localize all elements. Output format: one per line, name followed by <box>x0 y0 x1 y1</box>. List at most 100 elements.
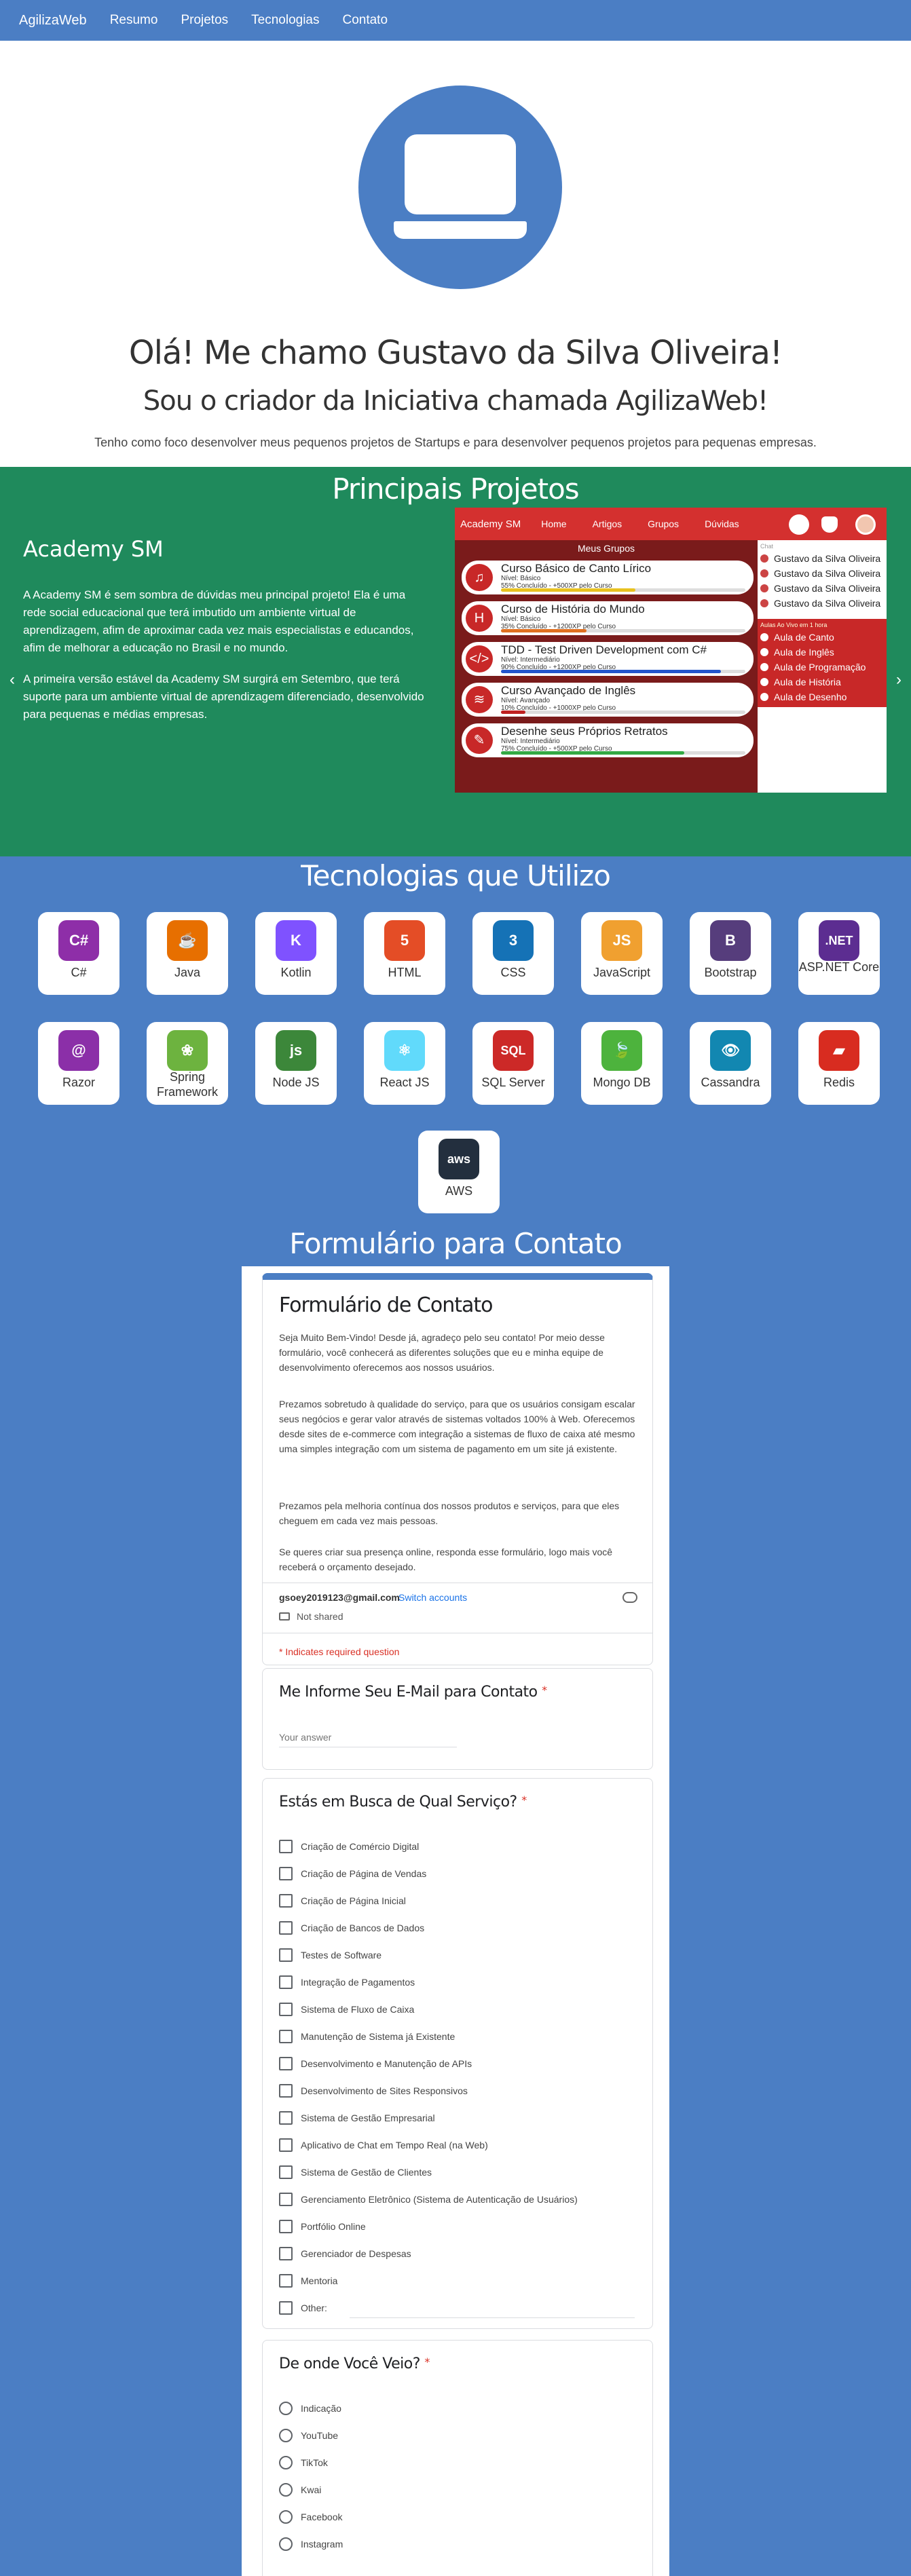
checkbox[interactable] <box>279 2220 293 2233</box>
mock-user: Gustavo da Silva Oliveira <box>760 596 887 611</box>
service-checkbox-option[interactable]: Sistema de Gestão de Clientes <box>279 2165 432 2179</box>
source-radio-option[interactable]: Instagram <box>279 2537 343 2551</box>
mock-user-name: Gustavo da Silva Oliveira <box>774 553 881 564</box>
checkbox[interactable] <box>279 1921 293 1935</box>
java-icon: ☕ <box>167 920 208 961</box>
redis-icon: ▰ <box>819 1030 859 1071</box>
form-section-heading: Formulário para Contato <box>289 1227 622 1260</box>
checkbox[interactable] <box>279 2003 293 2016</box>
service-checkbox-option[interactable]: Aplicativo de Chat em Tempo Real (na Web… <box>279 2138 488 2152</box>
brand-link[interactable]: AgilizaWeb <box>19 13 87 29</box>
source-radio-option[interactable]: Indicação <box>279 2402 341 2415</box>
checkbox[interactable] <box>279 2030 293 2043</box>
checkbox[interactable] <box>279 2057 293 2070</box>
hero-section: Olá! Me chamo Gustavo da Silva Oliveira!… <box>0 41 911 467</box>
source-radio-option[interactable]: Facebook <box>279 2510 342 2524</box>
user-avatar-icon <box>760 599 768 607</box>
tech-card: B Bootstrap <box>690 912 771 995</box>
checkbox[interactable] <box>279 1975 293 1989</box>
service-checkbox-option[interactable]: Criação de Página de Vendas <box>279 1867 426 1880</box>
checkbox[interactable] <box>279 2111 293 2125</box>
mock-class: Aula de História <box>760 675 887 689</box>
checkbox[interactable] <box>279 2165 293 2179</box>
checkbox[interactable] <box>279 2138 293 2152</box>
nav-link-resumo[interactable]: Resumo <box>110 13 158 28</box>
user-avatar-icon <box>760 554 768 563</box>
service-checkbox-option[interactable]: Gerenciador de Despesas <box>279 2247 411 2260</box>
checkbox[interactable] <box>279 1894 293 1908</box>
service-checkbox-option[interactable]: Sistema de Fluxo de Caixa <box>279 2003 414 2016</box>
nav-link-tecnologias[interactable]: Tecnologias <box>251 13 319 28</box>
tech-label: Razor <box>62 1076 95 1089</box>
required-star: * <box>424 2355 430 2368</box>
service-checkbox-option[interactable]: Mentoria <box>279 2274 337 2288</box>
question-text: Estás em Busca de Qual Serviço? <box>279 1794 517 1811</box>
nav-link-contato[interactable]: Contato <box>342 13 388 28</box>
mock-online-label: Chat <box>760 543 774 550</box>
tech-card: ❀ Spring Framework <box>147 1022 228 1105</box>
option-label: Sistema de Gestão de Clientes <box>301 2167 432 2178</box>
service-checkbox-option[interactable]: Gerenciamento Eletrônico (Sistema de Aut… <box>279 2193 578 2206</box>
service-checkbox-option[interactable]: Desenvolvimento de Sites Responsivos <box>279 2084 468 2098</box>
service-checkbox-option[interactable]: Other: <box>279 2301 327 2315</box>
mock-classes-panel: Aulas Ao Vivo em 1 hora Aula de Canto Au… <box>758 619 887 707</box>
checkbox[interactable] <box>279 1867 293 1880</box>
service-checkbox-option[interactable]: Integração de Pagamentos <box>279 1975 415 1989</box>
tech-label: ASP.NET Core <box>798 960 880 974</box>
radio[interactable] <box>279 2402 293 2415</box>
checkbox[interactable] <box>279 2247 293 2260</box>
checkbox[interactable] <box>279 2193 293 2206</box>
service-checkbox-option[interactable]: Desenvolvimento e Manutenção de APIs <box>279 2057 472 2070</box>
source-radio-option[interactable]: TikTok <box>279 2456 328 2469</box>
cloud-icon <box>622 1592 637 1603</box>
checkbox[interactable] <box>279 1840 293 1853</box>
user-avatar-icon <box>760 569 768 577</box>
service-checkbox-option[interactable]: Criação de Comércio Digital <box>279 1840 419 1853</box>
mock-menu-artigos: Artigos <box>592 518 622 529</box>
cassandra-icon: 👁 <box>710 1030 751 1071</box>
nodejs-icon: js <box>276 1030 316 1071</box>
checkbox[interactable] <box>279 2301 293 2315</box>
laptop-screen <box>405 134 516 214</box>
course-title: Curso Avançado de Inglês <box>501 684 636 697</box>
course-title: Desenhe seus Próprios Retratos <box>501 725 668 738</box>
carousel-next-icon[interactable]: › <box>896 670 901 689</box>
email-answer-input[interactable] <box>279 1727 457 1747</box>
checkbox[interactable] <box>279 2084 293 2098</box>
source-radio-option[interactable]: YouTube <box>279 2429 338 2442</box>
tech-label: Bootstrap <box>704 966 757 979</box>
checkbox[interactable] <box>279 1948 293 1962</box>
question-email: Me Informe Seu E-Mail para Contato * <box>262 1668 653 1770</box>
service-checkbox-option[interactable]: Sistema de Gestão Empresarial <box>279 2111 435 2125</box>
tech-card: aws AWS <box>418 1131 500 1213</box>
radio[interactable] <box>279 2456 293 2469</box>
service-checkbox-option[interactable]: Testes de Software <box>279 1948 382 1962</box>
radio[interactable] <box>279 2537 293 2551</box>
chat-icon <box>789 514 809 535</box>
course-title: Curso Básico de Canto Lírico <box>501 562 652 575</box>
course-level: Nível: Básico 55% Concluído - +500XP pelo… <box>501 575 612 590</box>
course-progress-fill <box>501 670 721 673</box>
mock-user-name: Gustavo da Silva Oliveira <box>774 598 881 609</box>
radio[interactable] <box>279 2429 293 2442</box>
service-checkbox-option[interactable]: Criação de Bancos de Dados <box>279 1921 424 1935</box>
carousel-prev-icon[interactable]: ‹ <box>10 670 15 689</box>
switch-accounts-link[interactable]: Switch accounts <box>398 1592 467 1603</box>
html5-icon: 5 <box>384 920 425 961</box>
radio[interactable] <box>279 2483 293 2497</box>
course-level: Nível: Intermediário 90% Concluído - +120… <box>501 656 616 671</box>
nav-link-projetos[interactable]: Projetos <box>181 13 228 28</box>
user-avatar-icon <box>760 584 768 592</box>
source-radio-option[interactable]: Kwai <box>279 2483 321 2497</box>
mock-class-name: Aula de Canto <box>774 632 834 643</box>
service-checkbox-option[interactable]: Portfólio Online <box>279 2220 366 2233</box>
tech-heading: Tecnologias que Utilizo <box>301 859 611 892</box>
radio[interactable] <box>279 2510 293 2524</box>
tech-label: Node JS <box>272 1076 320 1089</box>
service-checkbox-option[interactable]: Criação de Página Inicial <box>279 1894 406 1908</box>
other-text-input[interactable] <box>350 2317 635 2318</box>
course-level-text: Nível: Avançado <box>501 697 551 704</box>
service-checkbox-option[interactable]: Manutenção de Sistema já Existente <box>279 2030 455 2043</box>
class-icon <box>760 693 768 701</box>
checkbox[interactable] <box>279 2274 293 2288</box>
